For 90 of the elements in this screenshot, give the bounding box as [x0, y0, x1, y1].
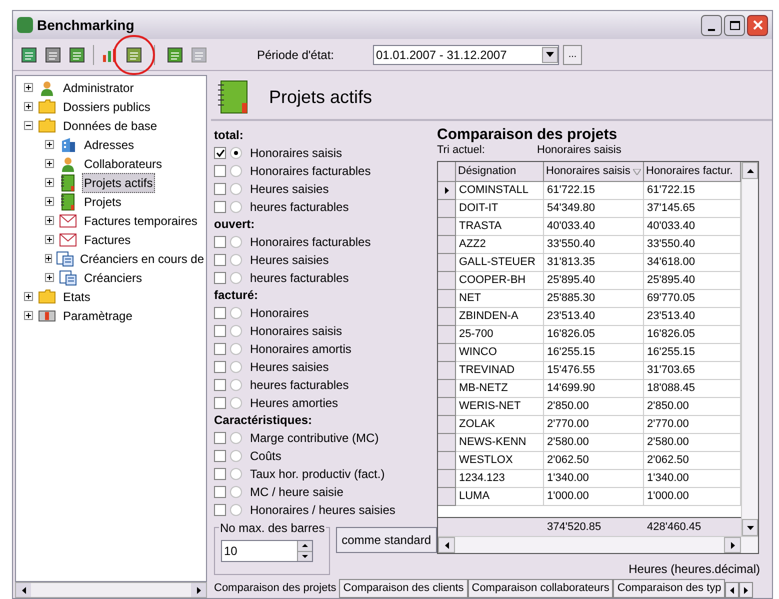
table-cell: MB-NETZ [456, 380, 544, 398]
table-cell: 25'895.40 [544, 272, 644, 290]
column-header[interactable]: Honoraires saisis [544, 162, 644, 182]
option-label: Honoraires saisis [250, 145, 342, 162]
tab[interactable]: Comparaison des typ [613, 579, 726, 598]
option-label: Heures saisies [250, 359, 329, 376]
table-cell: WERIS-NET [456, 398, 544, 416]
tree-item[interactable]: Administrator [61, 78, 136, 98]
table-cell: COMINSTALL [456, 182, 544, 200]
unit-label: Heures (heures.décimal) [628, 561, 760, 578]
tree-item[interactable]: Adresses [82, 134, 136, 154]
sort-value: Honoraires saisis [537, 143, 622, 157]
tree-item[interactable]: Factures [82, 230, 133, 250]
group-heading: Caractéristiques: [214, 412, 314, 429]
tree-item[interactable]: Paramètrage [61, 306, 134, 326]
tab[interactable]: Comparaison des clients [339, 579, 468, 598]
group-heading: ouvert: [214, 216, 256, 233]
table-cell: 25-700 [456, 326, 544, 344]
table-cell: 1'000.00 [544, 488, 644, 506]
tree-item[interactable]: Données de base [61, 116, 160, 136]
option-label: Honoraires facturables [250, 234, 371, 251]
table-cell: TREVINAD [456, 362, 544, 380]
table-cell: 1'340.00 [544, 470, 644, 488]
tree-item[interactable]: Projets [82, 192, 124, 212]
option-label: Marge contributive (MC) [250, 430, 379, 447]
option-label: MC / heure saisie [250, 484, 344, 501]
option-label: Honoraires saisis [250, 323, 342, 340]
table-cell: 25'885.30 [544, 290, 644, 308]
window-title: Benchmarking [37, 16, 134, 35]
comparison-title: Comparaison des projets [437, 127, 618, 143]
tree-item[interactable]: Etats [61, 286, 92, 306]
browse-button[interactable]: ... [563, 44, 582, 64]
tree-item[interactable]: Factures temporaires [82, 210, 200, 230]
panel-title: Projets actifs [269, 86, 372, 109]
table-cell: 1234.123 [456, 470, 544, 488]
period-label: Période d'état: [257, 46, 336, 64]
option-label: Heures amorties [250, 395, 338, 412]
table-cell: 54'349.80 [544, 200, 644, 218]
column-header[interactable]: Désignation [456, 162, 544, 182]
table-cell: 2'580.00 [544, 434, 644, 452]
table-cell: 31'813.35 [544, 254, 644, 272]
tree-item[interactable]: Créanciers en cours de [78, 248, 206, 268]
option-label: Honoraires [250, 305, 309, 322]
option-label: Coûts [250, 448, 282, 465]
table-cell: TRASTA [456, 218, 544, 236]
column-header[interactable]: Honoraires factur. [644, 162, 741, 182]
period-dropdown[interactable]: 01.01.2007 - 31.12.2007 [373, 44, 559, 64]
table-cell: 23'513.40 [544, 308, 644, 326]
table-cell: WINCO [456, 344, 544, 362]
tree-item[interactable]: Dossiers publics [61, 96, 152, 116]
table-cell: NET [456, 290, 544, 308]
option-label: Honoraires facturables [250, 163, 371, 180]
table-cell: ZBINDEN-A [456, 308, 544, 326]
table-cell: DOIT-IT [456, 200, 544, 218]
table-cell: WESTLOX [456, 452, 544, 470]
table-cell: GALL-STEUER [456, 254, 544, 272]
tree-item[interactable]: Collaborateurs [82, 154, 164, 174]
tree-item[interactable]: Créanciers [82, 268, 144, 288]
option-label: Heures saisies [250, 181, 329, 198]
total-cell-text: 374'520.85 [546, 520, 602, 535]
table-cell: ZOLAK [456, 416, 544, 434]
table-cell: 15'476.55 [544, 362, 644, 380]
table-cell: 14'699.90 [544, 380, 644, 398]
table-cell: 33'550.40 [544, 236, 644, 254]
table-cell: 2'770.00 [544, 416, 644, 434]
table-cell: COOPER-BH [456, 272, 544, 290]
option-label: Taux hor. productiv (fact.) [250, 466, 385, 483]
table-cell: 16'826.05 [544, 326, 644, 344]
option-label: heures facturables [250, 270, 349, 287]
table-cell: 2'062.50 [544, 452, 644, 470]
table-cell: 40'033.40 [544, 218, 644, 236]
option-label: Honoraires / heures saisies [250, 502, 396, 519]
tab[interactable]: Comparaison collaborateurs [468, 579, 614, 598]
max-bars-spinner[interactable]: 10 [221, 540, 313, 562]
standard-button[interactable]: comme standard [336, 527, 437, 553]
table-cell: 2'850.00 [544, 398, 644, 416]
table-cell: LUMA [456, 488, 544, 506]
group-heading: total: [214, 127, 244, 144]
tree-item[interactable]: Projets actifs [82, 172, 155, 192]
option-label: heures facturables [250, 377, 349, 394]
group-heading: facturé: [214, 287, 260, 304]
total-cell-text: 428'460.45 [646, 520, 702, 535]
table-cell: AZZ2 [456, 236, 544, 254]
table-cell: 16'255.15 [544, 344, 644, 362]
table-cell: 61'722.15 [544, 182, 644, 200]
option-label: Honoraires amortis [250, 341, 352, 358]
option-label: Heures saisies [250, 252, 329, 269]
sort-label: Tri actuel: [437, 143, 486, 157]
table-cell: NEWS-KENN [456, 434, 544, 452]
option-label: heures facturables [250, 199, 349, 216]
